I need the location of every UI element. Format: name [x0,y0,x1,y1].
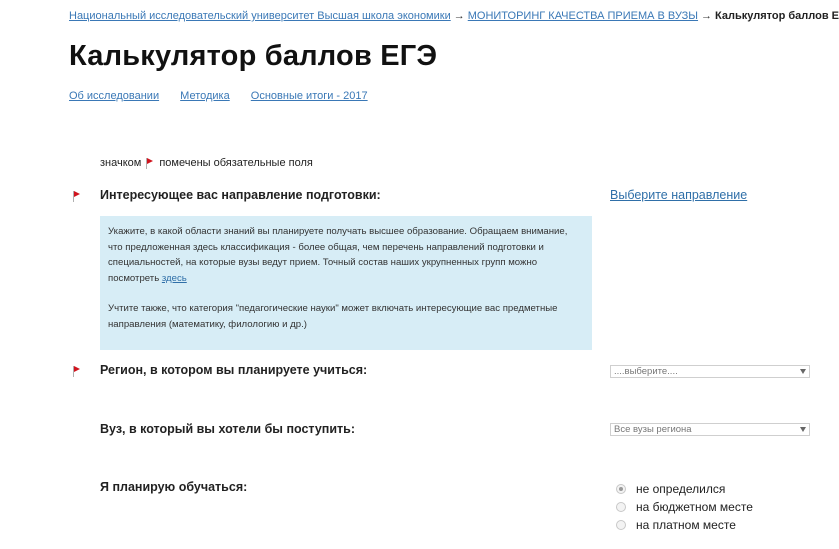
breadcrumb-separator: → [701,10,713,22]
info-here-link[interactable]: здесь [162,273,187,284]
required-flag-icon [73,366,81,377]
subnav-results-link[interactable]: Основные итоги - 2017 [251,90,368,102]
info-paragraph-1: Укажите, в какой области знаний вы плани… [108,224,584,286]
region-select[interactable]: ....выберите.... [610,365,810,378]
page-title: Калькулятор баллов ЕГЭ [69,40,438,72]
breadcrumb-current: Калькулятор баллов ЕГЭ [715,10,839,22]
subnav-about-link[interactable]: Об исследовании [69,90,159,102]
university-label: Вуз, в который вы хотели бы поступить: [100,422,356,436]
study-option-budget[interactable]: на бюджетном месте [616,498,753,516]
radio-label: не определился [636,482,726,496]
region-label: Регион, в котором вы планируете учиться: [100,363,368,377]
subnav: Об исследовании Методика Основные итоги … [69,90,386,102]
required-note: значком помечены обязательные поля [100,157,313,169]
region-select-value: ....выберите.... [614,366,678,377]
radio-button[interactable] [616,484,626,494]
subnav-method-link[interactable]: Методика [180,90,230,102]
chevron-down-icon [800,427,806,432]
direction-label: Интересующее вас направление подготовки: [100,188,381,202]
info-box: Укажите, в какой области знаний вы плани… [100,216,592,350]
radio-label: на бюджетном месте [636,500,753,514]
breadcrumb-separator: → [453,10,465,22]
required-note-after: помечены обязательные поля [159,157,313,169]
radio-label: на платном месте [636,518,736,532]
study-option-undecided[interactable]: не определился [616,480,753,498]
required-flag-icon [73,191,81,202]
university-select-value: Все вузы региона [614,424,692,435]
study-label: Я планирую обучаться: [100,480,248,494]
study-radio-group: не определился на бюджетном месте на пла… [616,480,753,534]
university-select[interactable]: Все вузы региона [610,423,810,436]
radio-button[interactable] [616,520,626,530]
chevron-down-icon [800,369,806,374]
flag-icon [146,157,154,169]
breadcrumb-link-monitoring[interactable]: МОНИТОРИНГ КАЧЕСТВА ПРИЕМА В ВУЗЫ [468,10,698,22]
study-option-paid[interactable]: на платном месте [616,516,753,534]
info-paragraph-2: Учтите также, что категория "педагогичес… [108,303,558,330]
page: Национальный исследовательский университ… [0,0,839,549]
breadcrumb: Национальный исследовательский университ… [69,10,839,22]
choose-direction-link[interactable]: Выберите направление [610,188,747,202]
radio-button[interactable] [616,502,626,512]
required-note-before: значком [100,157,142,169]
breadcrumb-link-hse[interactable]: Национальный исследовательский университ… [69,10,451,22]
